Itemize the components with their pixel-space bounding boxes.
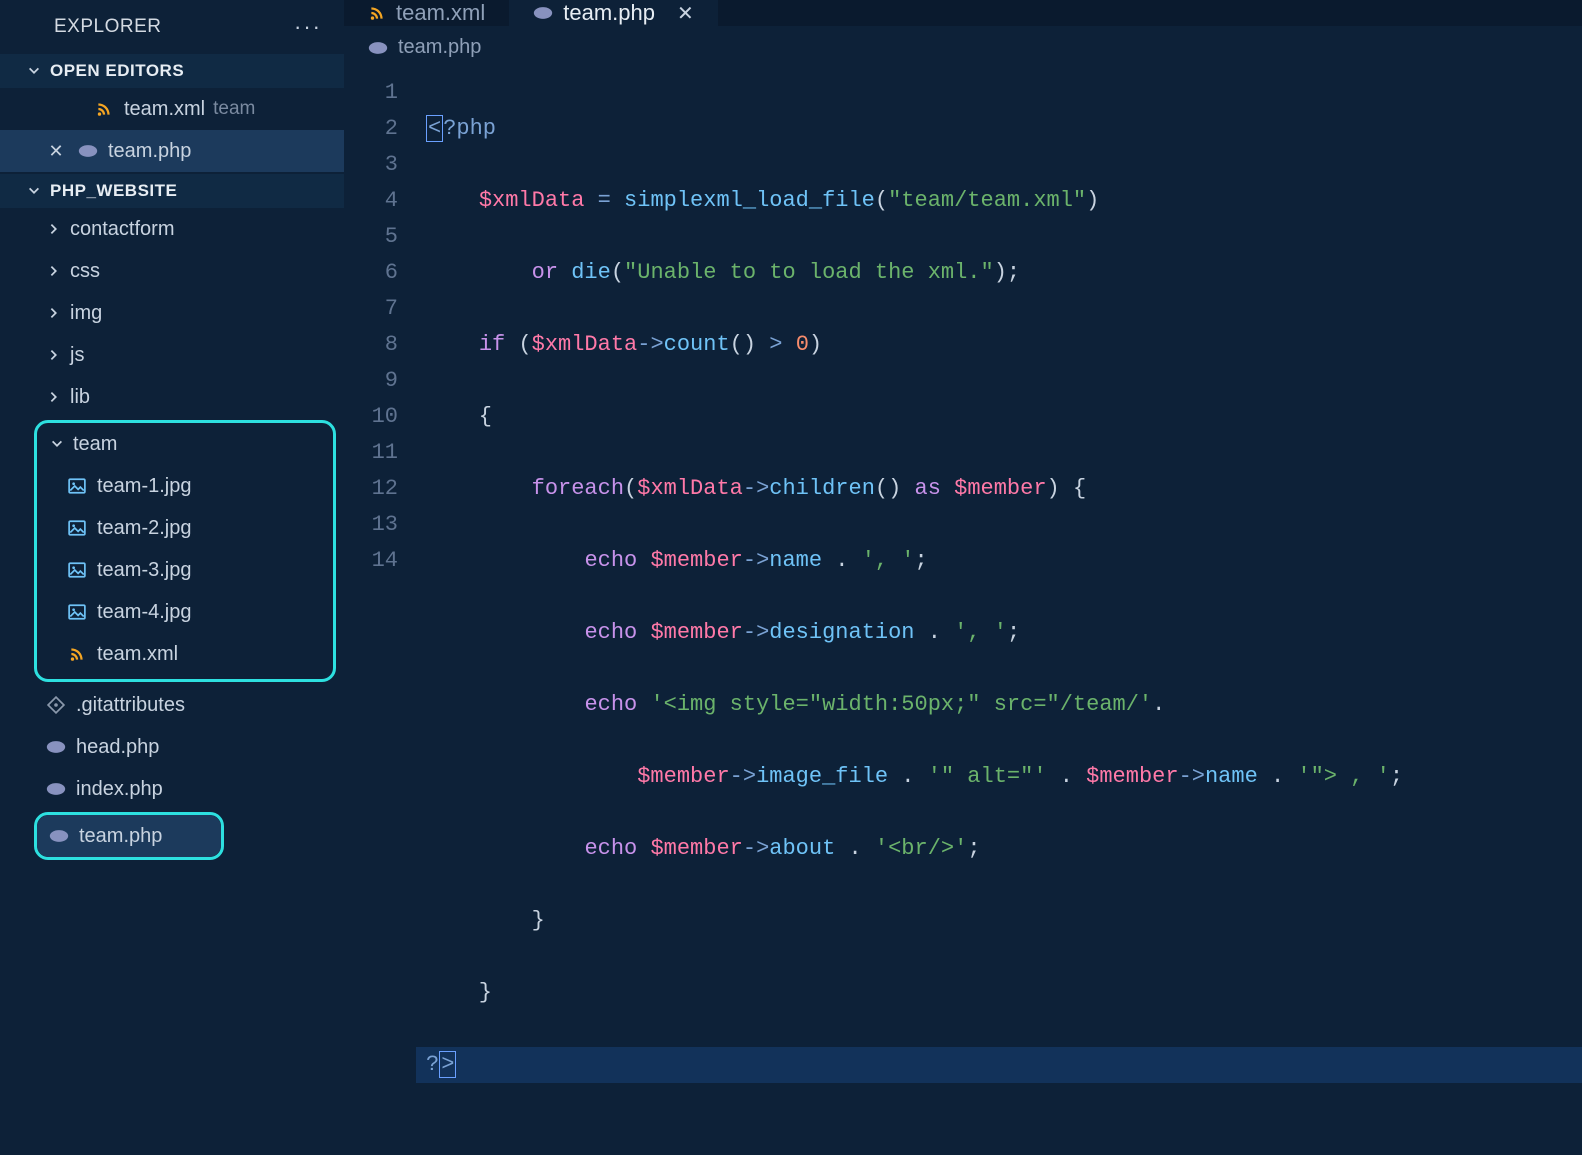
folder-item[interactable]: team xyxy=(37,423,333,465)
file-item[interactable]: team-3.jpg xyxy=(37,549,333,591)
open-editor-name: team.xml xyxy=(124,98,205,121)
explorer-sidebar: EXPLORER ··· OPEN EDITORS team.xml team … xyxy=(0,0,344,934)
rss-icon xyxy=(92,100,116,118)
folder-name: css xyxy=(70,260,100,283)
chevron-right-icon xyxy=(46,389,62,405)
file-item[interactable]: team-1.jpg xyxy=(37,465,333,507)
file-name: team-4.jpg xyxy=(97,601,192,624)
file-name: team-2.jpg xyxy=(97,517,192,540)
explorer-title: EXPLORER xyxy=(54,16,161,38)
open-editor-name: team.php xyxy=(108,140,191,163)
folder-name: lib xyxy=(70,386,90,409)
chevron-right-icon xyxy=(46,305,62,321)
file-name: team-3.jpg xyxy=(97,559,192,582)
tab-label: team.php xyxy=(563,0,655,26)
image-icon xyxy=(65,561,89,579)
folder-name: js xyxy=(70,344,84,367)
folder-item[interactable]: css xyxy=(0,250,344,292)
close-icon[interactable]: ✕ xyxy=(677,1,694,26)
project-header[interactable]: PHP_WEBSITE xyxy=(0,174,344,208)
file-item[interactable]: team-4.jpg xyxy=(37,591,333,633)
image-icon xyxy=(65,603,89,621)
tab-label: team.xml xyxy=(396,0,485,26)
tab-bar: team.xml team.php ✕ xyxy=(344,0,1582,26)
git-icon xyxy=(44,696,68,714)
rss-icon xyxy=(368,4,386,22)
code-editor[interactable]: 1234567 891011121314 <?php $xmlData = si… xyxy=(344,69,1582,1155)
folder-item[interactable]: img xyxy=(0,292,344,334)
php-icon xyxy=(47,829,71,843)
folder-name: team xyxy=(73,433,117,456)
image-icon xyxy=(65,519,89,537)
chevron-right-icon xyxy=(46,221,62,237)
chevron-down-icon xyxy=(26,183,42,199)
more-icon[interactable]: ··· xyxy=(294,14,322,40)
close-icon[interactable]: ✕ xyxy=(46,141,66,162)
file-name: team-1.jpg xyxy=(97,475,192,498)
file-name: index.php xyxy=(76,778,163,801)
file-item[interactable]: head.php xyxy=(0,726,344,768)
folder-name: img xyxy=(70,302,102,325)
highlighted-folder-group: team team-1.jpg team-2.jpg team-3.jpg te… xyxy=(34,420,336,682)
chevron-down-icon xyxy=(26,63,42,79)
php-icon xyxy=(368,41,388,55)
open-editor-suffix: team xyxy=(213,98,255,120)
open-editors-header[interactable]: OPEN EDITORS xyxy=(0,54,344,88)
chevron-right-icon xyxy=(46,263,62,279)
php-icon xyxy=(76,144,100,158)
php-icon xyxy=(533,6,553,20)
php-icon xyxy=(44,740,68,754)
chevron-down-icon xyxy=(49,436,65,452)
file-name: team.php xyxy=(79,825,162,848)
file-name: team.xml xyxy=(97,643,178,666)
folder-item[interactable]: js xyxy=(0,334,344,376)
code-content[interactable]: <?php $xmlData = simplexml_load_file("te… xyxy=(416,69,1582,1155)
file-item[interactable]: .gitattributes xyxy=(0,684,344,726)
line-gutter: 1234567 891011121314 xyxy=(344,69,416,1155)
highlighted-file-group: team.php xyxy=(34,812,224,860)
file-name: head.php xyxy=(76,736,159,759)
open-editor-item[interactable]: ✕ team.php xyxy=(0,130,344,172)
image-icon xyxy=(65,477,89,495)
chevron-right-icon xyxy=(46,347,62,363)
explorer-header: EXPLORER ··· xyxy=(0,0,344,54)
breadcrumb[interactable]: team.php xyxy=(344,26,1582,69)
project-label: PHP_WEBSITE xyxy=(50,181,177,201)
open-editors-label: OPEN EDITORS xyxy=(50,61,184,81)
tab-team-xml[interactable]: team.xml xyxy=(344,0,509,26)
folder-item[interactable]: lib xyxy=(0,376,344,418)
folder-name: contactform xyxy=(70,218,174,241)
file-item[interactable]: team.php xyxy=(37,815,221,857)
php-icon xyxy=(44,782,68,796)
rss-icon xyxy=(65,645,89,663)
breadcrumb-label: team.php xyxy=(398,36,481,59)
file-item[interactable]: team.xml xyxy=(37,633,333,675)
file-item[interactable]: index.php xyxy=(0,768,344,810)
folder-item[interactable]: contactform xyxy=(0,208,344,250)
open-editor-item[interactable]: team.xml team xyxy=(0,88,344,130)
file-item[interactable]: team-2.jpg xyxy=(37,507,333,549)
file-name: .gitattributes xyxy=(76,694,185,717)
tab-team-php[interactable]: team.php ✕ xyxy=(509,0,718,26)
editor-area: team.xml team.php ✕ team.php 1234567 891… xyxy=(344,0,1582,934)
